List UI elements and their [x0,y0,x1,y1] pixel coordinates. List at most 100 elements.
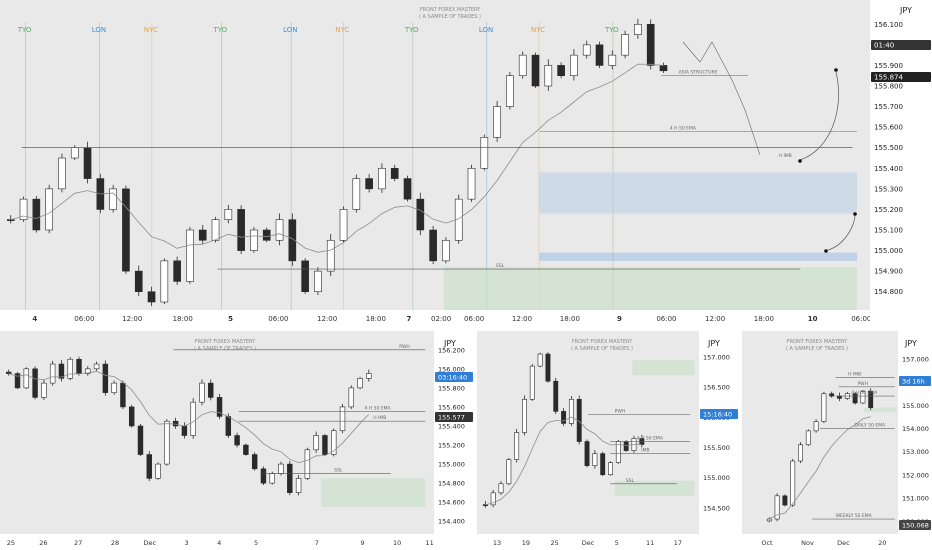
candle-body [608,54,617,66]
candle-body [621,34,629,56]
price-tick-label: 155.200 [438,442,465,450]
candle-body [58,157,66,190]
watermark-line1: FRONT FOREX MASTERY [194,339,256,345]
candle-body [821,393,827,422]
candle-body [829,393,835,397]
price-tick-label: 154.500 [703,504,730,512]
price-tick-label: 155.300 [874,185,903,193]
time-tick-label: 13 [493,539,501,547]
chart-panel-3[interactable]: H IMB PWH 4 H 50 EMA DAILY 50 EMA WEEKLY 50 … [742,331,932,550]
watermark-line2: ( A SAMPLE OF TRADES ) [419,14,481,20]
ema-line [10,63,664,253]
price-tick-label: 156.500 [703,384,730,392]
chart-1-time-axis[interactable]: 25 26 27 28 Dec 3 4 5 7 9 10 11 [0,534,434,550]
main-chart-panel[interactable]: TYO LON NYC TYO LON NYC TYO LON NYC TYO 4 H 50 EMA… [0,0,932,328]
candle-body [120,382,126,408]
chart-panel-2[interactable]: PWH4 H 50 EMAIMBSSL 157.000156.500156.00… [477,331,739,550]
candle-body [378,167,386,190]
candle-body [109,188,117,210]
candle-body [146,454,152,479]
candle-body [225,416,232,436]
chart-3-price-axis[interactable]: 157.000 155.000 154.000 153.000 152.000 151.0… [898,331,932,550]
price-tick-label: 153.000 [902,448,929,456]
level-annotation: H IMB [373,415,386,421]
imbalance-annotation: H IMB [779,153,792,159]
chart-1-price-axis[interactable]: 156.200 156.000 155.800 155.600 155.400 155.2… [434,331,474,550]
candle-body [181,425,188,436]
watermark-line2: ( A SAMPLE OF TRADES ) [194,346,256,352]
session-label: LON [92,26,106,34]
zone-rect [321,478,426,507]
price-tick-label: 155.700 [874,103,903,111]
chart-1-plot[interactable]: PWH 4 H 50 EMA H IMB SSL [0,331,434,534]
projection-curve [799,71,839,161]
candle-body [301,260,309,293]
candle-body [595,44,604,66]
candle-body [805,430,811,446]
main-currency-label: JPY [900,6,912,15]
time-tick-label: 02:00 [431,315,451,323]
chart-2-plot[interactable]: PWH 4 H 50 EMA IMB SSL [477,331,699,534]
price-badge: 3d 16h [899,376,931,386]
candle-body [41,382,47,398]
price-badge-label: 03:16:40 [438,374,467,382]
time-tick-label: Oct [761,539,773,547]
candle-body [262,229,271,241]
candle-body [442,239,450,262]
candle-body [514,432,520,460]
candle-body [6,371,12,374]
price-badge: 01:40 [871,40,931,50]
time-tick-label: 12:00 [122,315,142,323]
chart-3-plot[interactable]: H IMB PWH 4 H 50 EMA DAILY 50 EMA WEEKLY 50 … [742,331,898,534]
candle-body [537,353,543,367]
price-tick-label: 154.800 [438,480,465,488]
time-tick-label: 3 [185,539,189,547]
candle-body [199,382,205,403]
level-annotation: H IMB [848,371,861,377]
main-price-axis[interactable]: 156.100156.000155.900155.800155.700155.6… [870,0,932,328]
watermark-line2: ( A SAMPLE OF TRADES ) [571,346,633,352]
chart-1-watermark: FRONT FOREX MASTERY ( A SAMPLE OF TRADES… [170,339,280,353]
chart-1-currency-label: JPY [444,339,456,348]
candle-body [634,23,642,35]
candle-body [545,353,551,382]
chart-panel-1[interactable]: PWH 4 H 50 EMA H IMB SSL 156.200 156.000 155.… [0,331,474,550]
time-tick-label: 06:00 [656,315,676,323]
candle-body [234,435,240,446]
session-label: TYO [604,26,619,34]
price-tick-label: 154.900 [874,268,903,276]
main-chart-plot[interactable]: TYO LON NYC TYO LON NYC TYO LON NYC TYO 4 H 50 EMA… [0,0,870,310]
time-tick-label: Dec [837,539,850,547]
price-tick-label: 154.800 [874,288,903,296]
chart-2-time-axis[interactable]: 13 19 25 Dec 5 11 17 [477,534,699,550]
time-tick-label: 06:00 [851,315,870,323]
price-tick-label: 154.600 [438,499,465,507]
time-tick-label: 12:00 [317,315,337,323]
projection-curve [827,214,856,251]
candle-body [348,387,354,408]
candle-body [76,358,82,374]
price-tick-label: 155.400 [438,422,465,430]
candle-body [506,75,514,107]
time-tick-label: 10 [808,315,818,323]
candle-body [584,441,590,466]
candle-body [357,378,363,389]
candle-body [813,421,819,432]
candle-body [522,399,527,433]
price-tick-label: 157.000 [703,354,730,362]
candle-body [498,483,504,494]
main-time-axis[interactable]: 4 06:00 12:00 18:00 5 06:00 12:00 18:00 7 02:00 06… [0,310,870,328]
price-tick-label: 154.000 [902,425,929,433]
time-tick-label: Nov [801,539,814,547]
candle-body [237,209,245,251]
price-tick-label: 155.400 [874,165,903,173]
level-annotation: DAILY 50 EMA [854,423,886,429]
candle-body [137,425,144,455]
watermark-line1: FRONT FOREX MASTERY [786,339,848,345]
time-tick-label: 10 [393,539,401,547]
time-tick-label: 5 [615,539,619,547]
candle-body [467,167,476,200]
chart-2-price-axis[interactable]: 157.000156.500156.000155.500155.000154.5… [699,331,739,550]
candle-body [561,411,567,424]
chart-3-time-axis[interactable]: Oct Nov Dec 20 [742,534,898,550]
